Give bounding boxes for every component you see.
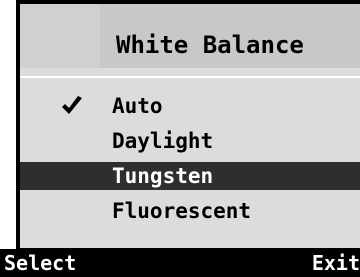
option-auto[interactable]: Auto <box>20 92 360 120</box>
option-fluorescent[interactable]: Fluorescent <box>20 197 360 225</box>
page-title: White Balance <box>116 31 304 59</box>
option-daylight-label: Daylight <box>112 129 214 153</box>
option-fluorescent-label: Fluorescent <box>112 199 252 223</box>
title-divider <box>20 76 360 78</box>
option-tungsten-label: Tungsten <box>112 164 214 188</box>
option-tungsten[interactable]: Tungsten <box>20 162 360 190</box>
select-softkey[interactable]: Select <box>4 249 76 277</box>
softkey-bar: Select Exit <box>0 249 360 277</box>
option-auto-label: Auto <box>112 94 163 118</box>
check-icon <box>62 96 82 114</box>
white-balance-options: Auto Daylight Tungsten Fluorescent <box>20 92 360 232</box>
exit-softkey[interactable]: Exit <box>312 249 360 277</box>
title-accent <box>20 4 100 68</box>
white-balance-screen: White Balance Auto Daylight Tungsten Flu… <box>0 0 360 277</box>
option-daylight[interactable]: Daylight <box>20 127 360 155</box>
